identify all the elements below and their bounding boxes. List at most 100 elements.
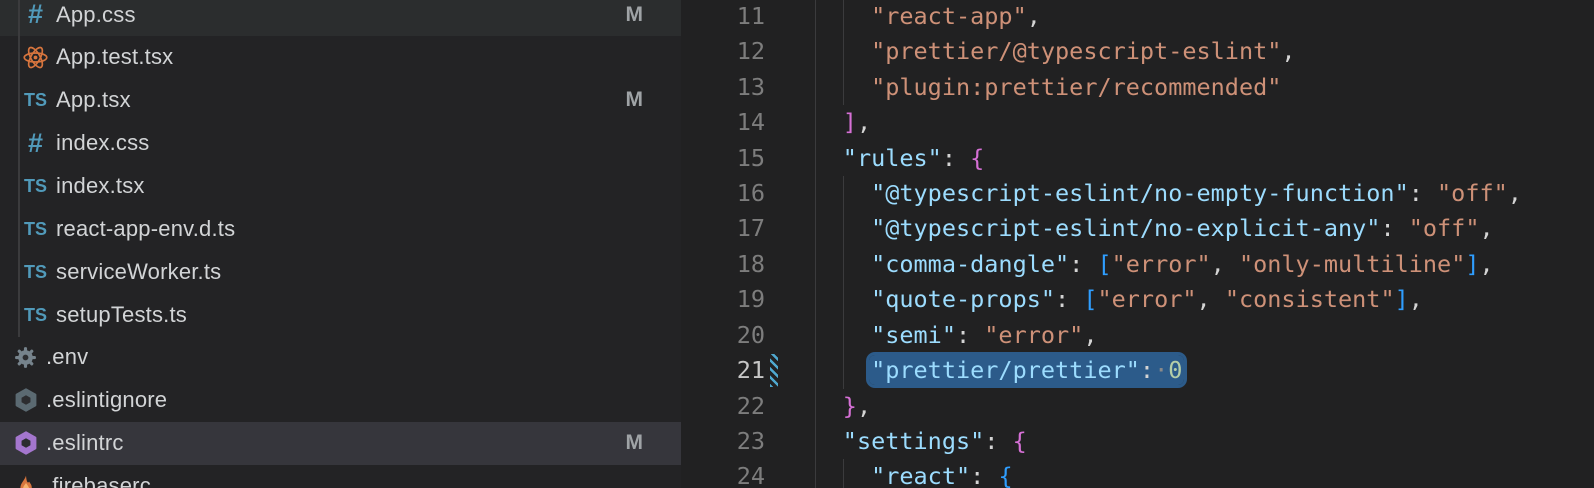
token-pct: : [1055, 285, 1083, 313]
file-row[interactable]: # App.css M [0, 0, 681, 36]
token-pct: , [857, 108, 871, 136]
line-number[interactable]: 16 [681, 176, 765, 211]
code-line[interactable]: 23 "settings": { [681, 424, 1594, 459]
token-key: "rules" [843, 144, 942, 172]
firebase-icon [12, 472, 39, 488]
token-pct: , [1480, 250, 1494, 278]
line-number[interactable]: 14 [681, 105, 765, 140]
token-ws [815, 250, 872, 278]
code-text: "quote-props": ["error", "consistent"], [815, 282, 1423, 317]
code-line[interactable]: 15 "rules": { [681, 141, 1594, 176]
file-explorer[interactable]: # App.css M App.test.tsx TSApp.tsxM#index.cs… [0, 0, 681, 488]
token-ws [815, 356, 872, 384]
code-text: "@typescript-eslint/no-explicit-any": "o… [815, 211, 1494, 246]
vscode-window: # App.css M App.test.tsx TSApp.tsxM#index.cs… [0, 0, 1594, 488]
ts-icon: TS [22, 87, 49, 114]
token-b2: { [970, 144, 984, 172]
token-ws [815, 108, 843, 136]
token-pct: : [1409, 179, 1437, 207]
token-num: 0 [1168, 356, 1182, 384]
code-line[interactable]: 14 ], [681, 105, 1594, 140]
token-ws [815, 179, 872, 207]
code-text: "semi": "error", [815, 318, 1098, 353]
line-number[interactable]: 24 [681, 459, 765, 488]
code-line[interactable]: 20 "semi": "error", [681, 318, 1594, 353]
file-name: App.css [56, 2, 136, 28]
line-number[interactable]: 19 [681, 282, 765, 317]
ts-icon: TS [22, 215, 49, 242]
token-key: "semi" [871, 321, 956, 349]
file-row[interactable]: .eslintignore [0, 379, 681, 422]
code-line[interactable]: 17 "@typescript-eslint/no-explicit-any":… [681, 211, 1594, 246]
ts-icon: TS [22, 258, 49, 285]
react-icon [22, 44, 49, 71]
file-name: .eslintignore [46, 387, 167, 413]
line-number[interactable]: 11 [681, 0, 765, 34]
file-row[interactable]: TSsetupTests.ts [0, 293, 681, 336]
file-name: App.test.tsx [56, 44, 173, 70]
line-number[interactable]: 13 [681, 70, 765, 105]
code-line[interactable]: 18 "comma-dangle": ["error", "only-multi… [681, 247, 1594, 282]
ts-icon: TS [22, 301, 49, 328]
token-pct: : [970, 462, 998, 488]
token-pct: , [1508, 179, 1522, 207]
token-key: "prettier/prettier" [871, 356, 1140, 384]
code-line[interactable]: 13 "plugin:prettier/recommended" [681, 70, 1594, 105]
token-b3: { [998, 462, 1012, 488]
code-line[interactable]: 21 "prettier/prettier":·0 [681, 353, 1594, 388]
line-number[interactable]: 21 [681, 353, 765, 388]
file-row[interactable]: #index.css [0, 122, 681, 165]
token-b3: [ [1083, 285, 1097, 313]
file-row[interactable]: TSserviceWorker.ts [0, 250, 681, 293]
code-text: "settings": { [815, 424, 1027, 459]
file-row[interactable]: .firebaserc [0, 464, 681, 488]
ts-icon: TS [22, 172, 49, 199]
line-number[interactable]: 22 [681, 389, 765, 424]
token-pct: , [1409, 285, 1423, 313]
file-row[interactable]: TS react-app-env.d.ts [0, 207, 681, 250]
line-number[interactable]: 15 [681, 141, 765, 176]
code-line[interactable]: 22 }, [681, 389, 1594, 424]
css-icon: # [22, 1, 49, 28]
file-name: .eslintrc [46, 430, 124, 456]
file-name: index.css [56, 130, 150, 156]
token-key: "react" [871, 462, 970, 488]
code-line[interactable]: 11 "react-app", [681, 0, 1594, 34]
token-str: "off" [1409, 214, 1480, 242]
token-ws [815, 321, 872, 349]
token-pct: , [857, 392, 871, 420]
line-number[interactable]: 12 [681, 34, 765, 69]
file-row[interactable]: .env [0, 336, 681, 379]
token-str: "consistent" [1225, 285, 1395, 313]
code-line[interactable]: 19 "quote-props": ["error", "consistent"… [681, 282, 1594, 317]
file-row[interactable]: .eslintrcM [0, 422, 681, 465]
code-text: "react": { [815, 459, 1013, 488]
token-ws [815, 2, 872, 30]
token-str: "error" [984, 321, 1083, 349]
file-row[interactable]: TSApp.tsxM [0, 79, 681, 122]
line-number[interactable]: 17 [681, 211, 765, 246]
line-number[interactable]: 23 [681, 424, 765, 459]
git-status-badge: M [626, 3, 644, 27]
gutter-modified-indicator[interactable] [770, 354, 778, 387]
token-dot: · [1154, 356, 1168, 384]
code-editor[interactable]: 11 "react-app",12 "prettier/@typescript-… [681, 0, 1594, 488]
line-number[interactable]: 20 [681, 318, 765, 353]
code-line[interactable]: 16 "@typescript-eslint/no-empty-function… [681, 176, 1594, 211]
token-ws [815, 73, 872, 101]
token-str: "off" [1437, 179, 1508, 207]
file-name: .env [46, 344, 88, 370]
token-str: "plugin:prettier/recommended" [871, 73, 1281, 101]
file-row[interactable]: TSindex.tsx [0, 164, 681, 207]
code-text: "plugin:prettier/recommended" [815, 70, 1282, 105]
line-number[interactable]: 18 [681, 247, 765, 282]
eslint-purple-icon [12, 430, 39, 457]
token-b2: ] [843, 108, 857, 136]
code-line[interactable]: 24 "react": { [681, 459, 1594, 488]
file-row[interactable]: App.test.tsx [0, 36, 681, 79]
token-ws [815, 392, 843, 420]
file-name: react-app-env.d.ts [56, 216, 235, 242]
token-str: "prettier/@typescript-eslint" [871, 37, 1281, 65]
token-key: "settings" [843, 427, 984, 455]
code-line[interactable]: 12 "prettier/@typescript-eslint", [681, 34, 1594, 69]
